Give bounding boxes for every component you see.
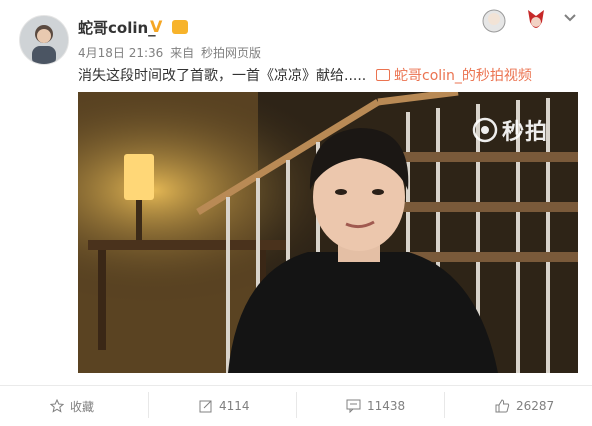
post-source[interactable]: 秒拍网页版 xyxy=(201,46,261,60)
author-avatar[interactable] xyxy=(19,15,69,65)
post-text: 消失这段时间改了首歌，一首《凉凉》献给..... xyxy=(78,68,367,84)
like-count: 26287 xyxy=(516,399,555,413)
medal-icon xyxy=(172,20,188,34)
weibo-post-card: 蛇哥colin_ V 4月18日 21:36 来自 秒拍网页版 消失这段时间改了… xyxy=(0,0,592,426)
miaopai-logo-icon xyxy=(472,117,498,143)
video-link-label: 蛇哥colin_的秒拍视频 xyxy=(394,68,532,84)
repost-count: 4114 xyxy=(219,399,250,413)
favorite-label: 收藏 xyxy=(70,399,95,414)
divider xyxy=(444,392,445,418)
comment-button[interactable]: 11438 xyxy=(346,397,405,415)
post-date[interactable]: 4月18日 21:36 xyxy=(78,46,163,60)
like-button[interactable]: 26287 xyxy=(495,397,554,415)
repost-icon xyxy=(199,400,212,413)
comment-icon xyxy=(346,399,361,413)
video-watermark: 秒拍 xyxy=(502,120,549,145)
post-meta: 4月18日 21:36 来自 秒拍网页版 xyxy=(78,44,261,61)
divider xyxy=(296,392,297,418)
favorite-button[interactable]: 收藏 xyxy=(50,397,94,415)
video-icon xyxy=(376,69,390,81)
chevron-down-icon[interactable] xyxy=(563,13,577,23)
comment-count: 11438 xyxy=(367,399,406,413)
like-icon xyxy=(495,399,510,413)
star-icon xyxy=(50,399,64,413)
video-link[interactable]: 蛇哥colin_的秒拍视频 xyxy=(376,66,532,86)
author-name[interactable]: 蛇哥colin_ xyxy=(78,17,156,38)
decoration-stickers-icon xyxy=(482,9,544,33)
divider xyxy=(148,392,149,418)
source-prefix: 来自 xyxy=(170,46,195,60)
verified-badge-icon: V xyxy=(150,17,163,36)
repost-button[interactable]: 4114 xyxy=(199,397,250,415)
